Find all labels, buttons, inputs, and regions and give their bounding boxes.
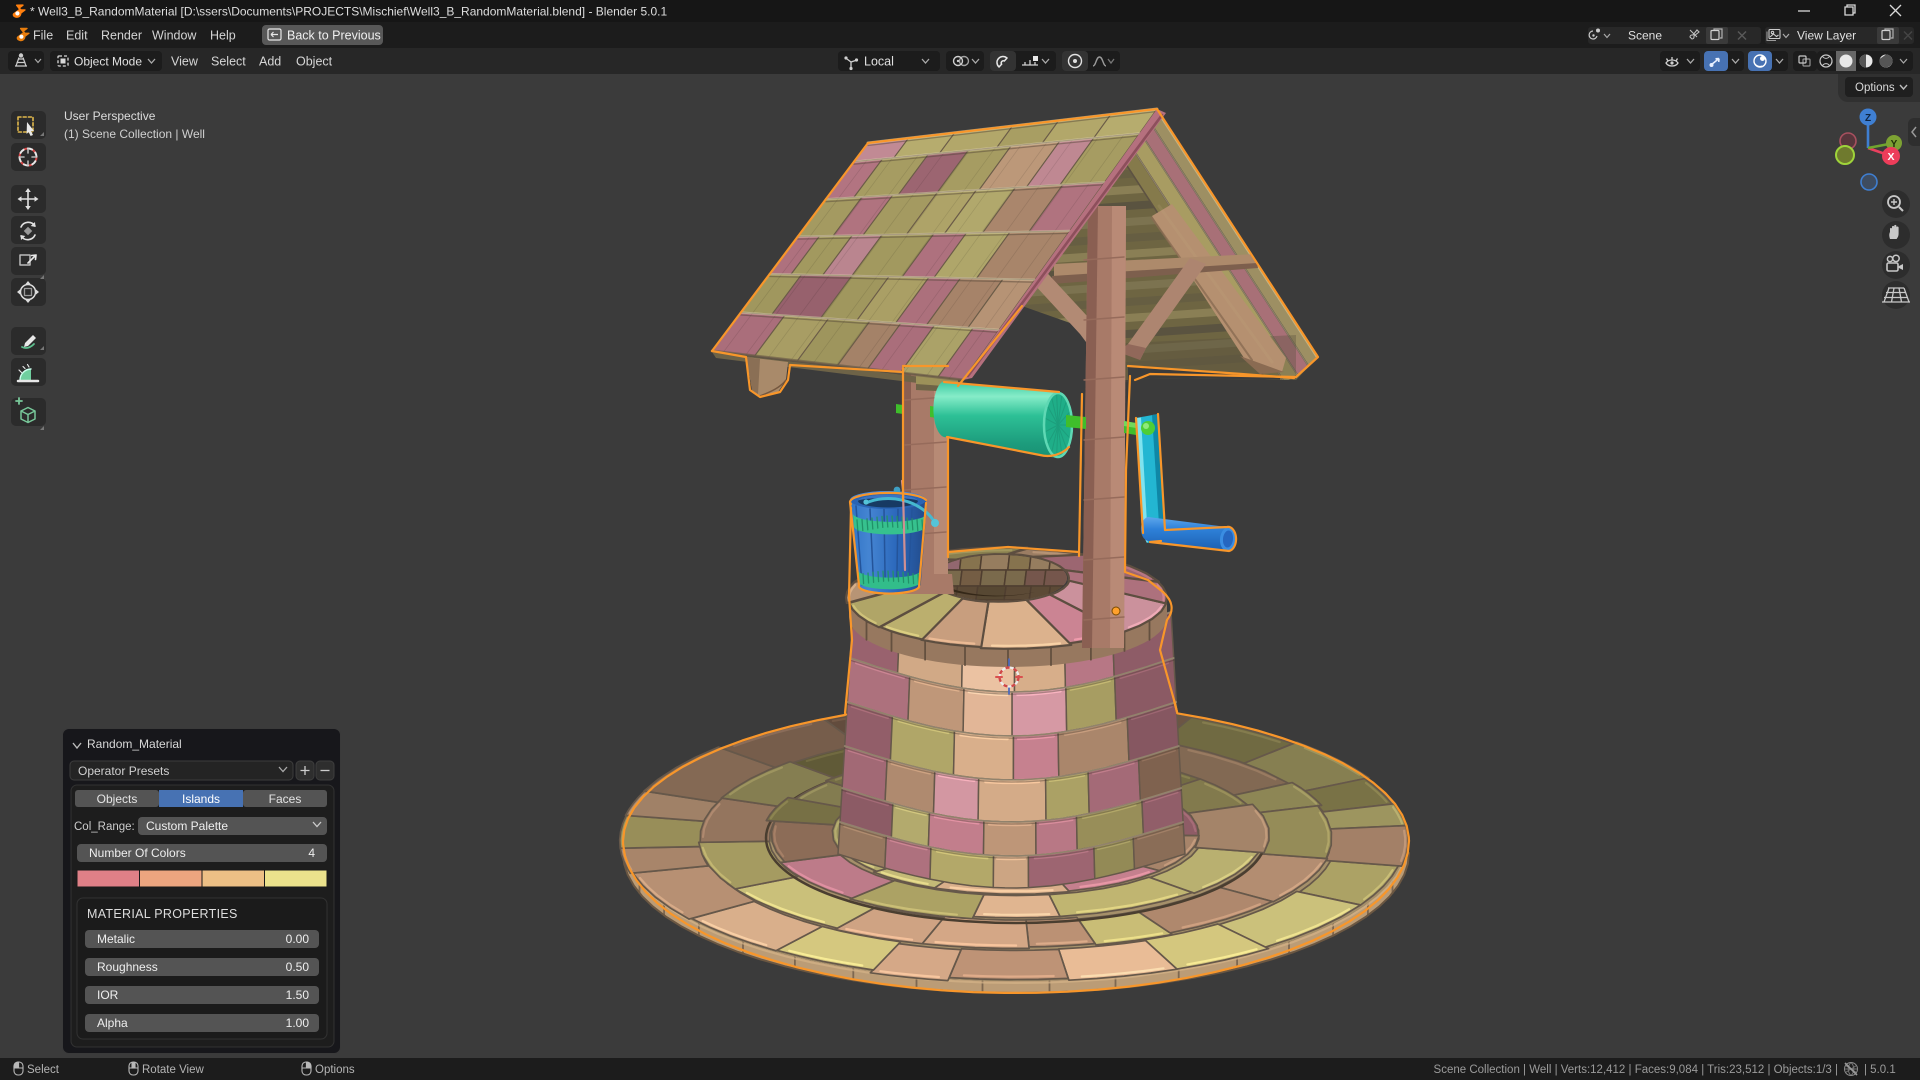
svg-text:4: 4	[308, 846, 315, 860]
svg-text:Z: Z	[1865, 113, 1871, 124]
svg-text:View: View	[171, 55, 199, 69]
svg-text:Render: Render	[101, 29, 142, 43]
svg-text:Back to Previous: Back to Previous	[287, 29, 381, 43]
svg-text:MATERIAL PROPERTIES: MATERIAL PROPERTIES	[87, 907, 238, 921]
svg-text:Object: Object	[296, 55, 333, 69]
svg-text:Scene Collection | Well | Vert: Scene Collection | Well | Verts:12,412 |…	[1434, 1064, 1838, 1076]
svg-text:Objects: Objects	[97, 792, 138, 806]
svg-text:Select: Select	[211, 55, 246, 69]
svg-text:1.50: 1.50	[286, 988, 310, 1002]
svg-text:Window: Window	[152, 29, 197, 43]
svg-text:Select: Select	[27, 1064, 60, 1076]
svg-text:Add: Add	[259, 55, 281, 69]
svg-text:User Perspective: User Perspective	[64, 109, 156, 123]
svg-text:Islands: Islands	[182, 792, 220, 806]
svg-text:Scene: Scene	[1628, 29, 1662, 43]
svg-text:IOR: IOR	[97, 988, 119, 1002]
svg-text:Number Of Colors: Number Of Colors	[89, 846, 186, 860]
svg-text:Edit: Edit	[66, 29, 88, 43]
svg-text:(1) Scene Collection | Well: (1) Scene Collection | Well	[64, 127, 205, 141]
svg-text:File: File	[33, 29, 53, 43]
svg-text:Operator Presets: Operator Presets	[78, 764, 169, 778]
svg-text:Roughness: Roughness	[97, 960, 158, 974]
svg-text:Col_Range:: Col_Range:	[74, 821, 135, 833]
svg-text:X: X	[1887, 151, 1894, 163]
svg-text:Options: Options	[1855, 82, 1895, 94]
svg-text:Object Mode: Object Mode	[74, 55, 142, 69]
svg-text:Alpha: Alpha	[97, 1016, 128, 1030]
svg-text:Random_Material: Random_Material	[87, 737, 182, 751]
svg-text:1.00: 1.00	[286, 1016, 310, 1030]
svg-text:Local: Local	[864, 55, 894, 69]
svg-text:Rotate View: Rotate View	[142, 1064, 204, 1076]
svg-text:View Layer: View Layer	[1797, 29, 1856, 43]
svg-text:Metalic: Metalic	[97, 932, 135, 946]
svg-text:Help: Help	[210, 29, 236, 43]
svg-text:| 5.0.1: | 5.0.1	[1864, 1064, 1896, 1076]
svg-text:Custom Palette: Custom Palette	[146, 819, 228, 833]
svg-text:Faces: Faces	[269, 792, 302, 806]
svg-text:0.00: 0.00	[286, 932, 310, 946]
svg-text:0.50: 0.50	[286, 960, 310, 974]
svg-text:* Well3_B_RandomMaterial [D:\s: * Well3_B_RandomMaterial [D:\ssers\Docum…	[30, 5, 667, 19]
svg-text:Options: Options	[315, 1064, 355, 1076]
